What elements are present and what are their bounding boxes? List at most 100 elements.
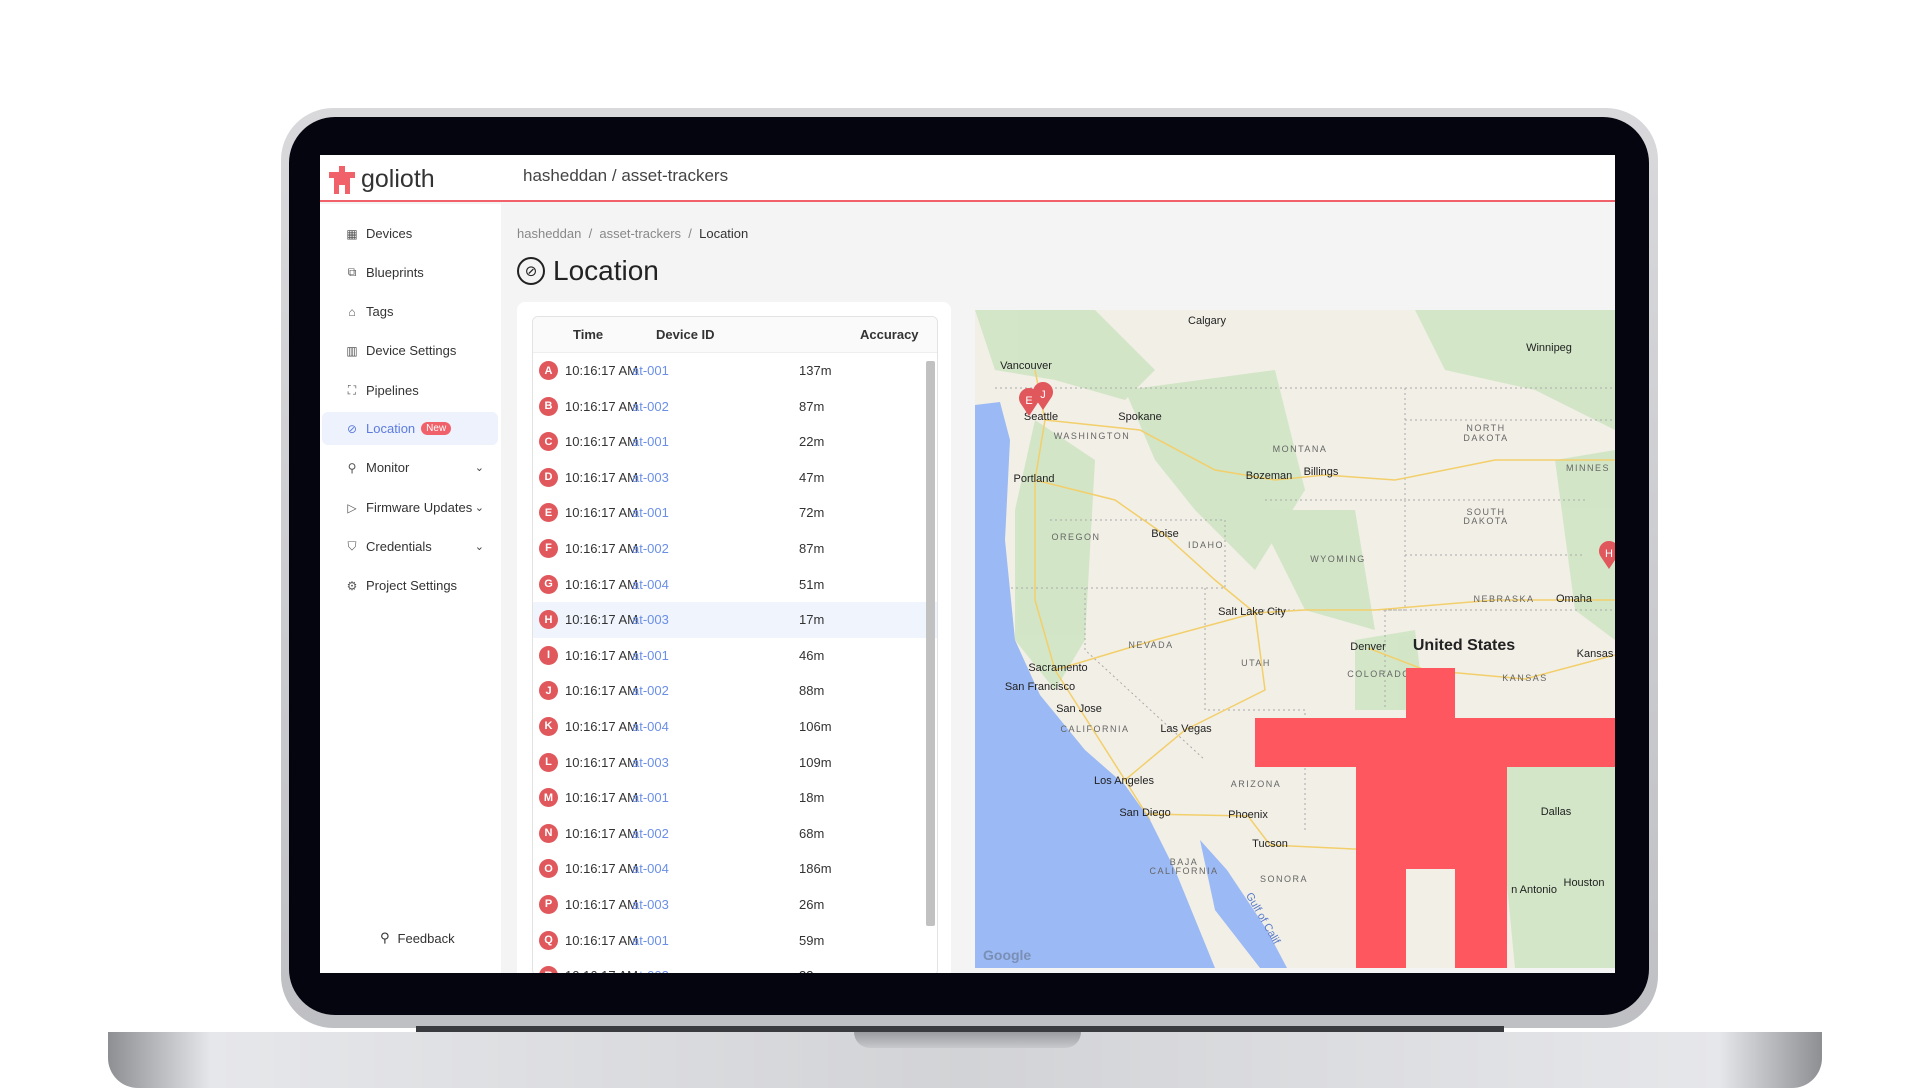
table-row[interactable]: E 10:16:17 AM at-001 72m [533, 495, 937, 531]
device-id-link[interactable]: at-003 [632, 470, 669, 485]
device-id-link[interactable]: at-002 [632, 826, 669, 841]
sidebar-item-devices[interactable]: ▦ Devices [322, 217, 498, 250]
map-label: UTAH [1241, 658, 1271, 668]
device-id-link[interactable]: at-001 [632, 648, 669, 663]
sidebar-item-label: Device Settings [366, 343, 457, 358]
org-link[interactable]: hasheddan [523, 166, 607, 185]
sidebar-item-credentials[interactable]: ⛉ Credentials ⌄ [322, 530, 498, 563]
table-row[interactable]: D 10:16:17 AM at-003 47m [533, 460, 937, 496]
table-row[interactable]: H 10:16:17 AM at-003 17m [533, 602, 937, 638]
map-label: KANSAS [1502, 673, 1548, 683]
device-id-link[interactable]: at-002 [632, 968, 669, 973]
device-id-link[interactable]: at-003 [632, 755, 669, 770]
sidebar-item-label: Credentials [366, 539, 432, 554]
device-id-link[interactable]: at-002 [632, 683, 669, 698]
chevron-down-icon[interactable]: ⌄ [475, 501, 484, 514]
project-link[interactable]: asset-trackers [621, 166, 728, 185]
marker-badge: N [539, 823, 558, 843]
marker-badge: I [539, 645, 558, 665]
sidebar-item-project-settings[interactable]: ⚙ Project Settings [322, 569, 498, 602]
table-row[interactable]: F 10:16:17 AM at-002 87m [533, 531, 937, 567]
sidebar-item-tags[interactable]: ⌂ Tags [322, 295, 498, 328]
shield-icon: ⛉ [347, 539, 357, 553]
column-device-id[interactable]: Device ID [656, 327, 715, 342]
sidebar-item-label: Firmware Updates [366, 500, 473, 515]
sidebar-item-firmware-updates[interactable]: ▷ Firmware Updates ⌄ [322, 491, 498, 524]
table-row[interactable]: M 10:16:17 AM at-001 18m [533, 780, 937, 816]
time-cell: 10:16:17 AM [565, 754, 638, 770]
device-id-link[interactable]: at-004 [632, 577, 669, 592]
map-label: Houston [1564, 877, 1605, 889]
device-id-link[interactable]: at-004 [632, 719, 669, 734]
device-id-link[interactable]: at-003 [632, 612, 669, 627]
device-id-link[interactable]: at-002 [632, 399, 669, 414]
table-row[interactable]: P 10:16:17 AM at-003 26m [533, 887, 937, 923]
table-row[interactable]: J 10:16:17 AM at-002 88m [533, 673, 937, 709]
table-row[interactable]: A 10:16:17 AM at-001 137m [533, 353, 937, 389]
sidebar-item-blueprints[interactable]: ⧉ Blueprints [322, 256, 498, 289]
grid-icon: ▦ [346, 226, 358, 241]
table-row[interactable]: Q 10:16:17 AM at-001 59m [533, 923, 937, 959]
device-id-link[interactable]: at-002 [632, 541, 669, 556]
device-id-link[interactable]: at-001 [632, 790, 669, 805]
time-cell: 10:16:17 AM [565, 576, 638, 592]
map-label: Dallas [1541, 806, 1572, 818]
device-id-link[interactable]: at-001 [632, 363, 669, 378]
table-row[interactable]: O 10:16:17 AM at-004 186m [533, 851, 937, 887]
map-canvas[interactable]: CalgaryWinnipegVancouverSeattle SpokaneWA… [975, 310, 1615, 968]
column-time[interactable]: Time [573, 327, 603, 342]
accuracy-cell: 33m [799, 968, 824, 973]
sidebar-item-label: Project Settings [366, 578, 458, 593]
golioth-logo[interactable]: golioth [329, 165, 435, 194]
device-id-link[interactable]: at-001 [632, 505, 669, 520]
map-label: Calgary [1188, 315, 1226, 327]
location-map[interactable]: Calgary Winnipeg Vancouver Seattle Spokane WA… [975, 310, 1615, 968]
table-row[interactable]: G 10:16:17 AM at-004 51m [533, 567, 937, 603]
sidebar-item-label: Pipelines [366, 383, 419, 398]
time-cell: 10:16:17 AM [565, 540, 638, 556]
sidebar-item-monitor[interactable]: ⚲ Monitor ⌄ [322, 451, 498, 484]
breadcrumb-org[interactable]: hasheddan [517, 226, 581, 241]
map-label: San Francisco [1005, 681, 1075, 693]
sidebar-item-label: Monitor [366, 460, 410, 475]
map-label: MONTANA [1273, 444, 1328, 454]
map-label: Spokane [1118, 411, 1161, 423]
table-row[interactable]: C 10:16:17 AM at-001 22m [533, 424, 937, 460]
table-row[interactable]: R 10:16:17 AM at-002 33m [533, 958, 937, 973]
breadcrumb-project[interactable]: asset-trackers [599, 226, 681, 241]
device-id-link[interactable]: at-001 [632, 434, 669, 449]
map-label: NEBRASKA [1473, 594, 1534, 604]
accuracy-cell: 137m [799, 363, 832, 378]
table-row[interactable]: B 10:16:17 AM at-002 87m [533, 389, 937, 425]
accuracy-cell: 17m [799, 612, 825, 628]
table-row[interactable]: L 10:16:17 AM at-003 109m [533, 745, 937, 781]
map-label: SONORA [1260, 874, 1308, 884]
sidebar-item-pipelines[interactable]: ⛶ Pipelines [322, 374, 498, 407]
chevron-down-icon[interactable]: ⌄ [475, 461, 484, 474]
accuracy-cell: 109m [799, 754, 832, 770]
table-scrollbar[interactable] [926, 361, 935, 926]
device-id-link[interactable]: at-003 [632, 897, 669, 912]
time-cell: 10:16:17 AM [565, 968, 638, 973]
map-label: Portland [1014, 473, 1055, 485]
feedback-button[interactable]: ⚲ Feedback [380, 930, 455, 946]
map-label: CALIFORNIA [1149, 866, 1218, 876]
map-label: WASHINGTON [1054, 431, 1131, 441]
table-row[interactable]: K 10:16:17 AM at-004 106m [533, 709, 937, 745]
map-label: Tucson [1252, 838, 1288, 850]
time-cell: 10:16:17 AM [565, 612, 638, 628]
table-row[interactable]: N 10:16:17 AM at-002 68m [533, 816, 937, 852]
column-accuracy[interactable]: Accuracy [860, 327, 919, 342]
map-marker[interactable]: J [1033, 382, 1053, 410]
time-cell: 10:16:17 AM [565, 469, 638, 485]
map-label: Boise [1151, 528, 1179, 540]
sidebar-item-device-settings[interactable]: ▥ Device Settings [322, 334, 498, 367]
chevron-down-icon[interactable]: ⌄ [475, 540, 484, 553]
blueprint-icon: ⧉ [347, 265, 357, 279]
map-label: United States [1413, 637, 1515, 654]
sidebar-item-location[interactable]: ⊘ Location New [322, 412, 498, 445]
device-id-link[interactable]: at-004 [632, 861, 669, 876]
compass-icon: ⊘ [517, 257, 545, 285]
device-id-link[interactable]: at-001 [632, 933, 669, 948]
table-row[interactable]: I 10:16:17 AM at-001 46m [533, 638, 937, 674]
